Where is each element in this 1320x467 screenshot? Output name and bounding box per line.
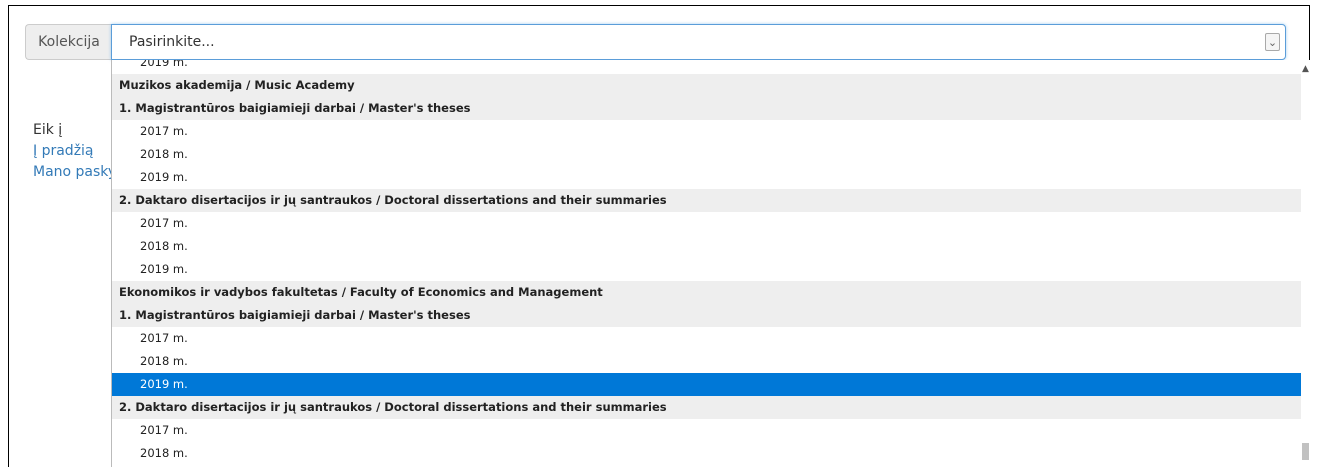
optgroup-label: 1. Magistrantūros baigiamieji darbai / M… [112, 97, 1302, 120]
selected-option[interactable]: 2019 m. [112, 373, 1302, 396]
dropdown-option[interactable]: 2019 m. [112, 166, 1302, 189]
dropdown-option[interactable]: 2017 m. [112, 212, 1302, 235]
dropdown-rows: 2019 m. Muzikos akademija / Music Academy… [112, 60, 1302, 465]
optgroup-label: 2. Daktaro disertacijos ir jų santraukos… [112, 396, 1302, 419]
collection-select[interactable]: Pasirinkite... ⌄ [111, 24, 1286, 60]
home-link[interactable]: Į pradžią [33, 141, 111, 162]
dropdown-option[interactable]: 2017 m. [112, 327, 1302, 350]
collection-dropdown-list[interactable]: 2019 m. Muzikos akademija / Music Academy… [111, 60, 1303, 467]
scroll-up-icon[interactable]: ▲ [1301, 64, 1310, 74]
optgroup-label: 2. Daktaro disertacijos ir jų santraukos… [112, 189, 1302, 212]
sidebar: Eik į Į pradžią Mano paskyra [33, 120, 111, 183]
optgroup-label: 1. Magistrantūros baigiamieji darbai / M… [112, 304, 1302, 327]
optgroup-label: Ekonomikos ir vadybos fakultetas / Facul… [112, 281, 1302, 304]
dropdown-option[interactable]: 2017 m. [112, 120, 1302, 143]
dropdown-option[interactable]: 2019 m. [112, 258, 1302, 281]
optgroup-label: Muzikos akademija / Music Academy [112, 74, 1302, 97]
dropdown-option[interactable]: 2018 m. [112, 442, 1302, 465]
scrollbar-thumb[interactable] [1302, 443, 1309, 460]
dropdown-option[interactable]: 2017 m. [112, 419, 1302, 442]
dropdown-option[interactable]: 2018 m. [112, 143, 1302, 166]
my-account-link[interactable]: Mano paskyra [33, 162, 111, 183]
chevron-down-icon[interactable]: ⌄ [1265, 33, 1280, 51]
select-value: Pasirinkite... [129, 34, 215, 50]
collection-label: Kolekcija [25, 24, 112, 60]
dropdown-option[interactable]: 2018 m. [112, 350, 1302, 373]
dropdown-scrollbar[interactable]: ▲ [1301, 60, 1310, 467]
sidebar-heading: Eik į [33, 122, 63, 138]
dropdown-option[interactable]: 2018 m. [112, 235, 1302, 258]
dropdown-option[interactable]: 2019 m. [112, 60, 1302, 74]
